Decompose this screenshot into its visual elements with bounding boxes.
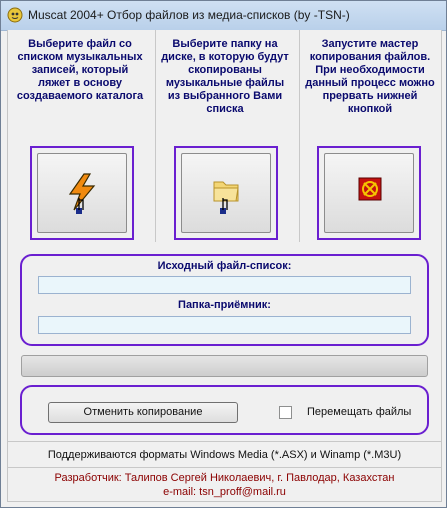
window-title: Muscat 2004+ Отбор файлов из медиа-списк… (28, 8, 350, 22)
step2-instruction: Выберите папку на диске, в которую будут… (161, 38, 289, 115)
select-folder-frame (174, 146, 278, 240)
select-folder-button[interactable] (181, 153, 271, 233)
start-copy-button[interactable] (324, 153, 414, 233)
cancel-copy-button[interactable]: Отменить копирование (48, 402, 238, 423)
copy-wizard-icon (358, 177, 382, 201)
copy-progress-bar (21, 355, 428, 377)
select-playlist-frame (30, 146, 134, 240)
column-divider (299, 30, 300, 242)
app-icon (7, 7, 23, 23)
source-list-field[interactable] (38, 276, 411, 294)
main-window: Muscat 2004+ Отбор файлов из медиа-списк… (0, 0, 447, 508)
footer-divider (8, 467, 441, 468)
controls-group: Отменить копирование Перемещать файлы (20, 385, 429, 435)
start-copy-frame (317, 146, 421, 240)
target-folder-label: Папка-приёмник: (178, 299, 271, 311)
developer-email: e-mail: tsn_proff@mail.ru (163, 486, 286, 498)
select-playlist-button[interactable] (37, 153, 127, 233)
move-files-checkbox[interactable] (279, 406, 292, 419)
source-list-label: Исходный файл-список: (157, 260, 292, 272)
move-files-label: Перемещать файлы (307, 406, 412, 418)
footer-divider (8, 441, 441, 442)
step1-instruction: Выберите файл со списком музыкальных зап… (16, 38, 144, 102)
developer-text: Разработчик: Талипов Сергей Николаевич, … (54, 472, 395, 484)
column-divider (155, 30, 156, 242)
client-area: Выберите файл со списком музыкальных зап… (7, 30, 442, 502)
paths-group: Исходный файл-список: Папка-приёмник: (20, 254, 429, 346)
supported-formats-text: Поддерживаются форматы Windows Media (*.… (47, 449, 402, 461)
folder-icon (213, 181, 239, 214)
step3-instruction: Запустите мастер копирования файлов. При… (305, 38, 435, 115)
title-bar[interactable]: Muscat 2004+ Отбор файлов из медиа-списк… (1, 1, 446, 31)
target-folder-field[interactable] (38, 316, 411, 334)
winamp-lightning-icon (68, 173, 96, 214)
